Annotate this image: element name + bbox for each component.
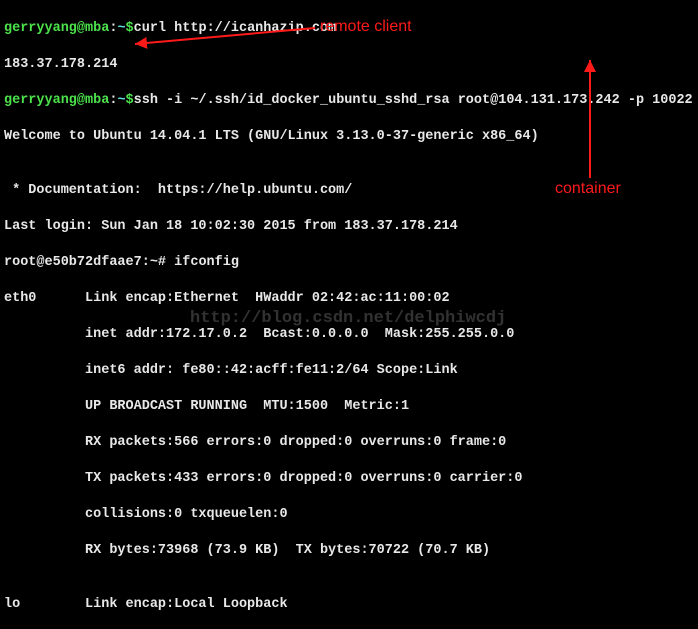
root-prompt: root@e50b72dfaae7:~# — [4, 255, 174, 270]
if-line: inet addr:172.17.0.2 Bcast:0.0.0.0 Mask:… — [4, 326, 694, 344]
line-curl: gerryyang@mba:~$curl http://icanhazip.co… — [4, 20, 694, 38]
doc-line: * Documentation: https://help.ubuntu.com… — [4, 182, 694, 200]
if-line: inet6 addr: fe80::42:acff:fe11:2/64 Scop… — [4, 362, 694, 380]
line-ssh: gerryyang@mba:~$ssh -i ~/.ssh/id_docker_… — [4, 92, 694, 110]
cmd-curl: curl http://icanhazip.com — [134, 21, 337, 36]
cmd-ifconfig: ifconfig — [174, 255, 239, 270]
if-line: RX bytes:73968 (73.9 KB) TX bytes:70722 … — [4, 542, 694, 560]
line-ifconfig: root@e50b72dfaae7:~# ifconfig — [4, 254, 694, 272]
prompt-user: gerryyang@mba — [4, 21, 109, 36]
if-line: TX packets:433 errors:0 dropped:0 overru… — [4, 470, 694, 488]
if-line: RX packets:566 errors:0 dropped:0 overru… — [4, 434, 694, 452]
if-line: collisions:0 txqueuelen:0 — [4, 506, 694, 524]
if-line: UP BROADCAST RUNNING MTU:1500 Metric:1 — [4, 398, 694, 416]
prompt-path: ~ — [117, 93, 125, 108]
output-ip: 183.37.178.214 — [4, 56, 694, 74]
if-line: lo Link encap:Local Loopback — [4, 596, 694, 614]
prompt-user: gerryyang@mba — [4, 93, 109, 108]
welcome-line: Welcome to Ubuntu 14.04.1 LTS (GNU/Linux… — [4, 128, 694, 146]
prompt-path: ~ — [117, 21, 125, 36]
terminal-window[interactable]: gerryyang@mba:~$curl http://icanhazip.co… — [0, 0, 698, 629]
cmd-ssh: ssh -i ~/.ssh/id_docker_ubuntu_sshd_rsa … — [134, 93, 693, 108]
if-line: eth0 Link encap:Ethernet HWaddr 02:42:ac… — [4, 290, 694, 308]
lastlogin-line: Last login: Sun Jan 18 10:02:30 2015 fro… — [4, 218, 694, 236]
